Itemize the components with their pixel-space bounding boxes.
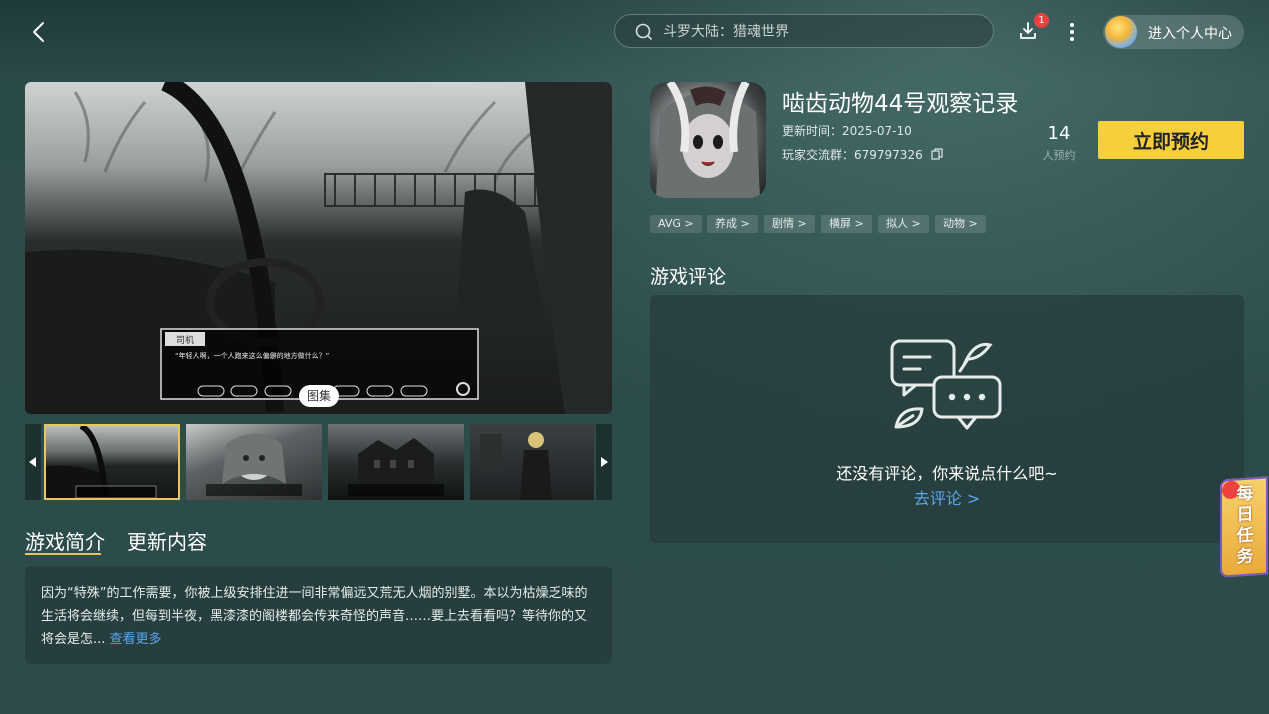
game-cover (650, 82, 766, 198)
player-group-text: 玩家交流群：679797326 (782, 148, 923, 162)
tag-nurture[interactable]: 养成 > (707, 215, 758, 233)
tab-intro[interactable]: 游戏简介 (25, 526, 105, 555)
notification-badge: 1 (1034, 13, 1049, 28)
thumbnail-strip (25, 424, 612, 500)
reserve-count: 14 (1047, 123, 1071, 144)
download-button[interactable]: 1 (1017, 13, 1049, 42)
reviews-heading: 游戏评论 (650, 266, 727, 288)
search-bar[interactable] (614, 14, 994, 48)
daily-task-label: 每日任务 (1236, 483, 1254, 568)
active-tab-indicator (25, 553, 101, 555)
caret-left-icon (29, 457, 36, 467)
no-comments-text: 还没有评论，你来说点什么吧~ (836, 464, 1058, 483)
tag-story[interactable]: 剧情 > (764, 215, 815, 233)
thumb-prev-button[interactable] (25, 424, 41, 500)
profile-label: 进入个人中心 (1148, 26, 1232, 42)
svg-text:司机: 司机 (176, 334, 194, 346)
reserve-count-label: 人预约 (1042, 149, 1076, 162)
thumbnail-1[interactable] (44, 424, 180, 500)
back-arrow-icon[interactable] (26, 18, 54, 46)
thumbnail-3[interactable] (328, 424, 464, 500)
thumbnail-image (348, 438, 444, 496)
main-screenshot[interactable]: 司机 “年轻人啊，一个人跑来这么偏僻的地方做什么？” 图集 (25, 82, 612, 414)
screenshot-image: 司机 “年轻人啊，一个人跑来这么偏僻的地方做什么？” (25, 82, 612, 414)
tab-update[interactable]: 更新内容 (127, 526, 207, 555)
more-options-icon[interactable] (1063, 20, 1081, 44)
copy-icon[interactable] (930, 148, 943, 163)
thumbnail-image (46, 426, 157, 498)
game-title: 啮齿动物44号观察记录 (782, 91, 1019, 117)
caret-right-icon (601, 457, 608, 467)
avatar (1105, 16, 1137, 48)
see-more-link[interactable]: 查看更多 (110, 632, 162, 647)
thumb-next-button[interactable] (596, 424, 612, 500)
player-group: 玩家交流群：679797326 (782, 146, 943, 163)
cover-image (656, 82, 760, 198)
reviews-card: 还没有评论，你来说点什么吧~ 去评论 > (650, 295, 1244, 543)
update-time: 更新时间：2025-07-10 (782, 124, 912, 138)
gallery-label[interactable]: 图集 (299, 385, 339, 407)
tag-animal[interactable]: 动物 > (935, 215, 986, 233)
thumbnail-4[interactable] (470, 424, 594, 500)
intro-card: 因为“特殊”的工作需要，你被上级安排住进一间非常偏远又荒无人烟的别墅。本以为枯燥… (25, 566, 612, 664)
top-bar: 1 进入个人中心 (0, 0, 1269, 64)
search-icon (635, 23, 653, 45)
thumbnail-image (480, 432, 552, 500)
tag-anthropomorphic[interactable]: 拟人 > (878, 215, 929, 233)
profile-center-button[interactable]: 进入个人中心 (1103, 15, 1244, 49)
svg-text:“年轻人啊，一个人跑来这么偏僻的地方做什么？”: “年轻人啊，一个人跑来这么偏僻的地方做什么？” (175, 351, 329, 360)
tag-landscape[interactable]: 横屏 > (821, 215, 872, 233)
tag-avg[interactable]: AVG > (650, 215, 702, 233)
daily-task-widget[interactable]: 每日任务 (1220, 476, 1268, 578)
thumbnail-2[interactable] (186, 424, 322, 500)
empty-comments-icon (890, 337, 1002, 435)
go-comment-link[interactable]: 去评论 > (650, 485, 1244, 509)
thumbnail-image (206, 434, 302, 496)
reserve-button[interactable]: 立即预约 (1098, 121, 1244, 159)
search-input[interactable] (661, 21, 965, 43)
